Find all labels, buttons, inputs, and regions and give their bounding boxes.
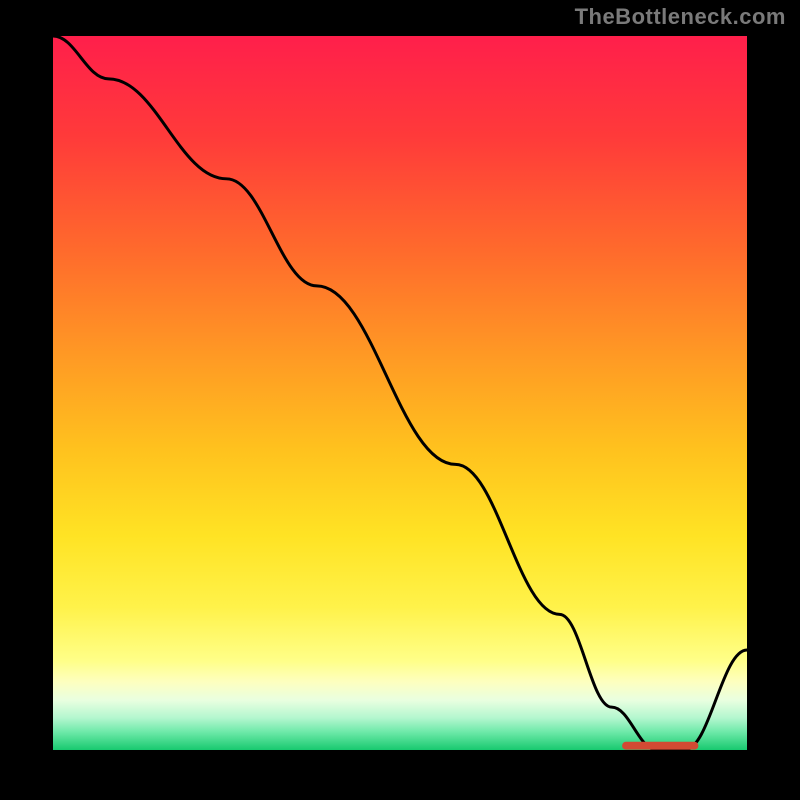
optimal-range-marker bbox=[622, 742, 698, 750]
chart-svg bbox=[53, 36, 747, 750]
chart-container: TheBottleneck.com bbox=[0, 0, 800, 800]
plot-area bbox=[50, 33, 750, 753]
attribution-text: TheBottleneck.com bbox=[575, 4, 786, 30]
gradient-background bbox=[53, 36, 747, 750]
